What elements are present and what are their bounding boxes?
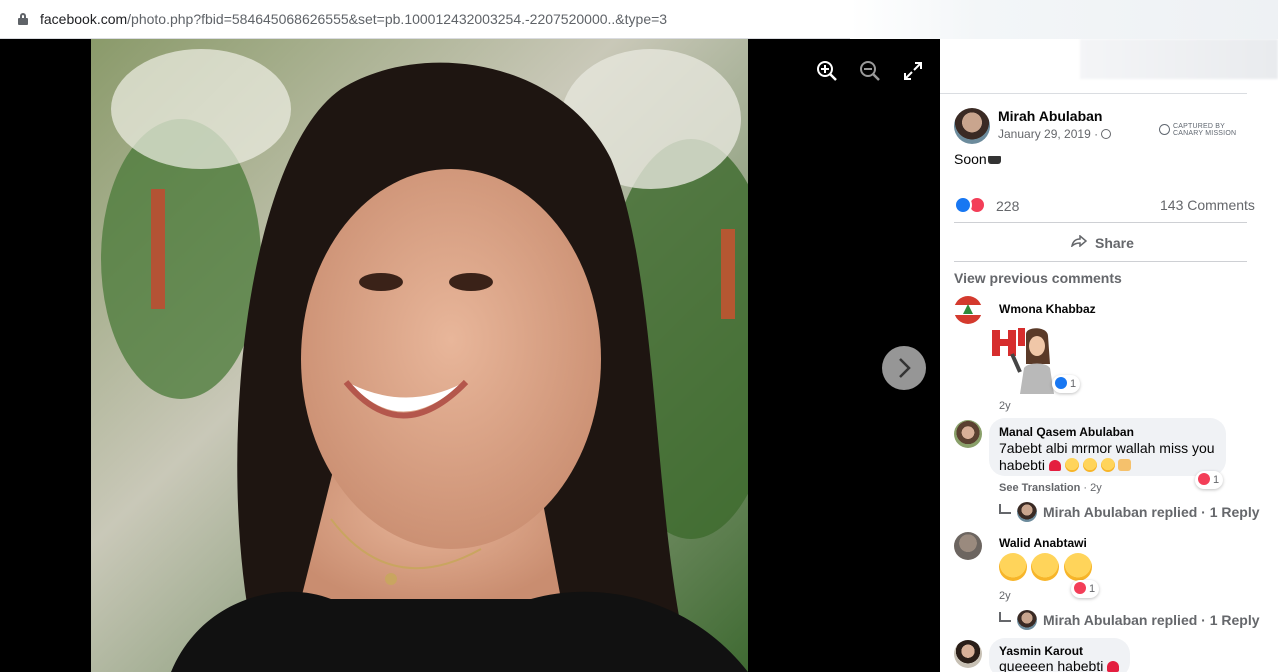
- replies-link[interactable]: Mirah Abulaban replied · 1 Reply: [999, 502, 1260, 522]
- url-text[interactable]: facebook.com/photo.php?fbid=584645068626…: [40, 11, 667, 27]
- commenter-name[interactable]: Walid Anabtawi: [999, 536, 1087, 550]
- commenter-name[interactable]: Manal Qasem Abulaban: [999, 425, 1134, 439]
- next-photo-button[interactable]: [882, 346, 926, 390]
- canary-mission-watermark: CAPTURED BY CANARY MISSION: [1159, 123, 1243, 137]
- comment-bubble: Yasmin Karout queeeen habebti: [989, 638, 1130, 672]
- commenter-name[interactable]: Wmona Khabbaz: [999, 302, 1096, 316]
- comment-meta: See Translation · 2y: [999, 482, 1102, 494]
- love-reaction-icon: [1198, 473, 1210, 485]
- comment-time[interactable]: 2y: [999, 590, 1011, 602]
- author-avatar[interactable]: [954, 108, 990, 144]
- share-button[interactable]: Share: [954, 225, 1247, 259]
- love-reaction-icon: [1074, 582, 1086, 594]
- divider: [954, 222, 1247, 223]
- comment-text: 7abebt albi mrmor wallah miss you habebt…: [999, 440, 1215, 473]
- view-previous-comments[interactable]: View previous comments: [954, 270, 1122, 286]
- heart-emoji: [1048, 460, 1061, 471]
- blurred-header: [1080, 39, 1278, 79]
- replier-avatar: [1017, 610, 1037, 630]
- reaction-count: 228: [996, 198, 1020, 214]
- kiss-emoji: [1082, 458, 1097, 472]
- commenter-avatar[interactable]: [954, 420, 982, 448]
- like-reaction-icon: [954, 196, 972, 214]
- comment-count[interactable]: 143 Comments: [1160, 197, 1255, 213]
- globe-icon: [1101, 129, 1112, 139]
- photo-viewer: [0, 39, 940, 672]
- grinning-emoji: [1031, 553, 1060, 581]
- post-date[interactable]: January 29, 2019 ·: [998, 127, 1112, 141]
- share-icon: [1071, 235, 1087, 247]
- comment-time[interactable]: 2y: [999, 400, 1011, 412]
- comment-text: queeeen habebti: [999, 658, 1120, 672]
- blurred-toolbar: [850, 0, 1278, 39]
- see-translation-link[interactable]: See Translation: [999, 482, 1080, 494]
- comment-reactions[interactable]: 1: [1071, 580, 1100, 598]
- like-reaction-icon: [1055, 377, 1067, 389]
- divider: [954, 261, 1247, 262]
- heart-eyes-emoji: [1100, 458, 1115, 472]
- heart-emoji: [1107, 661, 1120, 672]
- commenter-avatar[interactable]: [954, 640, 982, 668]
- grinning-emoji: [1063, 553, 1092, 581]
- comment-emojis: [999, 553, 1092, 583]
- post-panel: Mirah Abulaban January 29, 2019 · CAPTUR…: [940, 39, 1278, 672]
- chevron-right-icon: [899, 358, 911, 378]
- graduation-cap-emoji: [987, 156, 1001, 164]
- zoom-in-icon[interactable]: [815, 59, 839, 83]
- divider: [940, 93, 1247, 94]
- post-text: Soon: [954, 151, 1001, 167]
- author-name[interactable]: Mirah Abulaban: [998, 108, 1103, 124]
- comment-bubble: Manal Qasem Abulaban 7abebt albi mrmor w…: [989, 418, 1226, 476]
- lock-icon: [18, 13, 28, 25]
- comment-reactions[interactable]: 1: [1195, 471, 1224, 489]
- replier-avatar: [1017, 502, 1037, 522]
- praying-hands-emoji: [1118, 459, 1132, 471]
- reply-arrow-icon: [999, 612, 1011, 622]
- commenter-avatar[interactable]: [954, 296, 982, 324]
- replies-link[interactable]: Mirah Abulaban replied · 1 Reply: [999, 610, 1260, 630]
- grinning-emoji: [999, 553, 1027, 581]
- kiss-emoji: [1064, 458, 1079, 472]
- commenter-avatar[interactable]: [954, 532, 982, 560]
- hi-sticker: [990, 324, 1060, 394]
- profile-photo: [91, 39, 748, 672]
- comment-reactions[interactable]: 1: [1052, 375, 1081, 393]
- zoom-out-icon[interactable]: [858, 59, 882, 83]
- commenter-name[interactable]: Yasmin Karout: [999, 644, 1083, 658]
- fullscreen-icon[interactable]: [901, 59, 925, 83]
- reply-arrow-icon: [999, 504, 1011, 514]
- address-bar[interactable]: facebook.com/photo.php?fbid=584645068626…: [0, 0, 1278, 39]
